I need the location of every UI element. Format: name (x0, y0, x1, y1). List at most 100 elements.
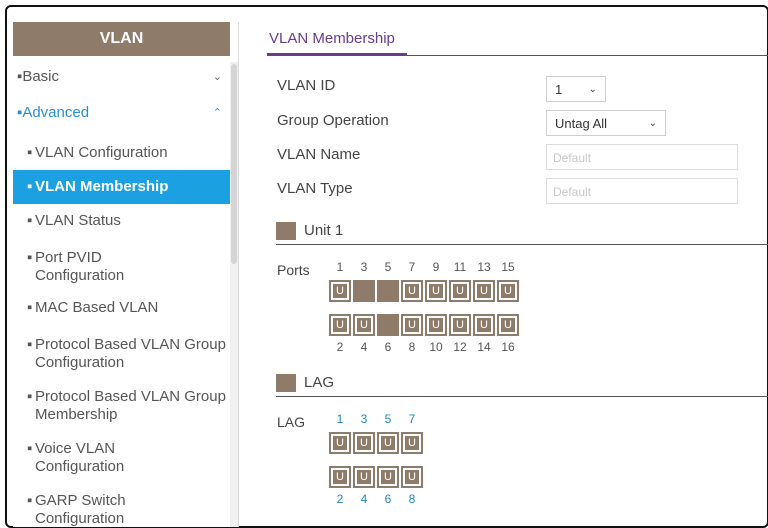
port-state: U (405, 284, 419, 298)
sidebar-item-protocol-based-vlan-group-membership[interactable]: ▪ Protocol Based VLAN Group Membership (13, 388, 230, 424)
port-state: U (381, 436, 395, 450)
unit-port-14[interactable]: U (473, 314, 495, 336)
sidebar-item-label: Protocol Based VLAN Group Membership (35, 388, 226, 423)
unit-number: 2 (336, 340, 344, 354)
unit-port-4[interactable]: U (353, 314, 375, 336)
chevron-down-icon: ⌄ (648, 118, 657, 129)
lag-number: 1 (336, 412, 344, 426)
lag-icon (276, 374, 296, 392)
port-state: U (453, 284, 467, 298)
sidebar-item-protocol-based-vlan-group-configuration[interactable]: ▪ Protocol Based VLAN Group Configuration (13, 336, 230, 372)
bullet-icon: ▪ (27, 492, 33, 509)
bullet-icon: ▪ (27, 388, 33, 405)
port-state: U (453, 318, 467, 332)
unit-number: 16 (501, 340, 515, 354)
unit-port-12[interactable]: U (449, 314, 471, 336)
lag-port-4[interactable]: U (353, 466, 375, 488)
lag-port-7[interactable]: U (401, 432, 423, 454)
sidebar-item-advanced[interactable]: ▪Advanced ⌃ (13, 98, 230, 128)
unit-number: 6 (384, 340, 392, 354)
sidebar-item-port-pvid-configuration[interactable]: ▪ Port PVID Configuration (13, 249, 193, 285)
lag-number: 3 (360, 412, 368, 426)
lag-number: 2 (336, 492, 344, 506)
unit-number: 4 (360, 340, 368, 354)
vlan-name-input[interactable]: Default (546, 144, 738, 170)
sidebar-item-vlan-configuration[interactable]: ▪ VLAN Configuration (13, 144, 230, 162)
port-state: U (357, 318, 371, 332)
unit-port-13[interactable]: U (473, 280, 495, 302)
unit-port-10[interactable]: U (425, 314, 447, 336)
sidebar-item-garp-switch-configuration[interactable]: ▪ GARP Switch Configuration (13, 492, 193, 528)
tab-vlan-membership[interactable]: VLAN Membership (269, 30, 395, 47)
unit-port-9[interactable]: U (425, 280, 447, 302)
lag-port-1[interactable]: U (329, 432, 351, 454)
sidebar-item-voice-vlan-configuration[interactable]: ▪ Voice VLAN Configuration (13, 440, 183, 476)
unit-port-5[interactable] (377, 280, 399, 302)
sidebar-item-label: Advanced (22, 104, 90, 121)
unit-number: 11 (453, 260, 467, 274)
main-content: VLAN Membership VLAN ID 1 ⌄ Group Operat… (253, 22, 768, 527)
port-state: U (501, 284, 515, 298)
unit-number: 12 (453, 340, 467, 354)
lag-row-label: LAG (277, 414, 306, 430)
port-state: U (405, 470, 419, 484)
unit-port-1[interactable]: U (329, 280, 351, 302)
unit-port-16[interactable]: U (497, 314, 519, 336)
unit-port-8[interactable]: U (401, 314, 423, 336)
lag-title: LAG (304, 374, 335, 391)
group-operation-select[interactable]: Untag All ⌄ (546, 110, 666, 136)
vlan-type-input: Default (546, 178, 738, 204)
ports-label: Ports (277, 262, 310, 278)
vlan-type-label: VLAN Type (277, 180, 353, 197)
unit-number: 5 (384, 260, 392, 274)
lag-port-6[interactable]: U (377, 466, 399, 488)
vlan-name-label: VLAN Name (277, 146, 361, 163)
unit-number: 1 (336, 260, 344, 274)
port-state: U (357, 436, 371, 450)
unit-number: 3 (360, 260, 368, 274)
port-state: U (333, 318, 347, 332)
vlan-id-label: VLAN ID (277, 77, 336, 94)
unit-icon (276, 222, 296, 240)
unit-number: 8 (408, 340, 416, 354)
unit-number: 7 (408, 260, 416, 274)
unit-port-2[interactable]: U (329, 314, 351, 336)
unit-port-15[interactable]: U (497, 280, 519, 302)
chevron-down-icon: ⌄ (588, 84, 597, 95)
chevron-up-icon: ⌃ (212, 107, 222, 119)
group-operation-value: Untag All (555, 116, 608, 131)
sidebar-item-vlan-membership[interactable]: ▪ VLAN Membership (13, 170, 230, 204)
unit-number: 10 (429, 340, 443, 354)
port-state: U (429, 284, 443, 298)
scrollbar-thumb[interactable] (231, 64, 237, 264)
vlan-id-select[interactable]: 1 ⌄ (546, 76, 606, 102)
bullet-icon: ▪ (27, 336, 33, 353)
sidebar-item-label: Protocol Based VLAN Group Configuration (35, 336, 226, 371)
sidebar-item-label: MAC Based VLAN (35, 299, 159, 316)
unit-port-6[interactable] (377, 314, 399, 336)
port-state: U (477, 318, 491, 332)
sidebar-item-label: VLAN Status (35, 212, 121, 229)
port-state: U (501, 318, 515, 332)
lag-number: 6 (384, 492, 392, 506)
port-state: U (333, 284, 347, 298)
port-state: U (405, 318, 419, 332)
sidebar-item-basic[interactable]: ▪Basic ⌄ (13, 62, 230, 92)
lag-port-3[interactable]: U (353, 432, 375, 454)
lag-number: 4 (360, 492, 368, 506)
lag-port-8[interactable]: U (401, 466, 423, 488)
lag-port-2[interactable]: U (329, 466, 351, 488)
sidebar-item-vlan-status[interactable]: ▪ VLAN Status (13, 212, 230, 230)
lag-number: 7 (408, 412, 416, 426)
bullet-icon: ▪ (27, 212, 33, 229)
unit-port-3[interactable] (353, 280, 375, 302)
unit-port-7[interactable]: U (401, 280, 423, 302)
lag-port-5[interactable]: U (377, 432, 399, 454)
unit-port-11[interactable]: U (449, 280, 471, 302)
sidebar: VLAN ▪Basic ⌄ ▪Advanced ⌃ ▪ VLAN Configur… (13, 22, 239, 527)
sidebar-scrollbar[interactable] (230, 62, 238, 527)
sidebar-item-mac-based-vlan[interactable]: ▪ MAC Based VLAN (13, 299, 230, 317)
lag-section-header: LAG (276, 372, 768, 397)
lag-number: 5 (384, 412, 392, 426)
port-state: U (333, 470, 347, 484)
